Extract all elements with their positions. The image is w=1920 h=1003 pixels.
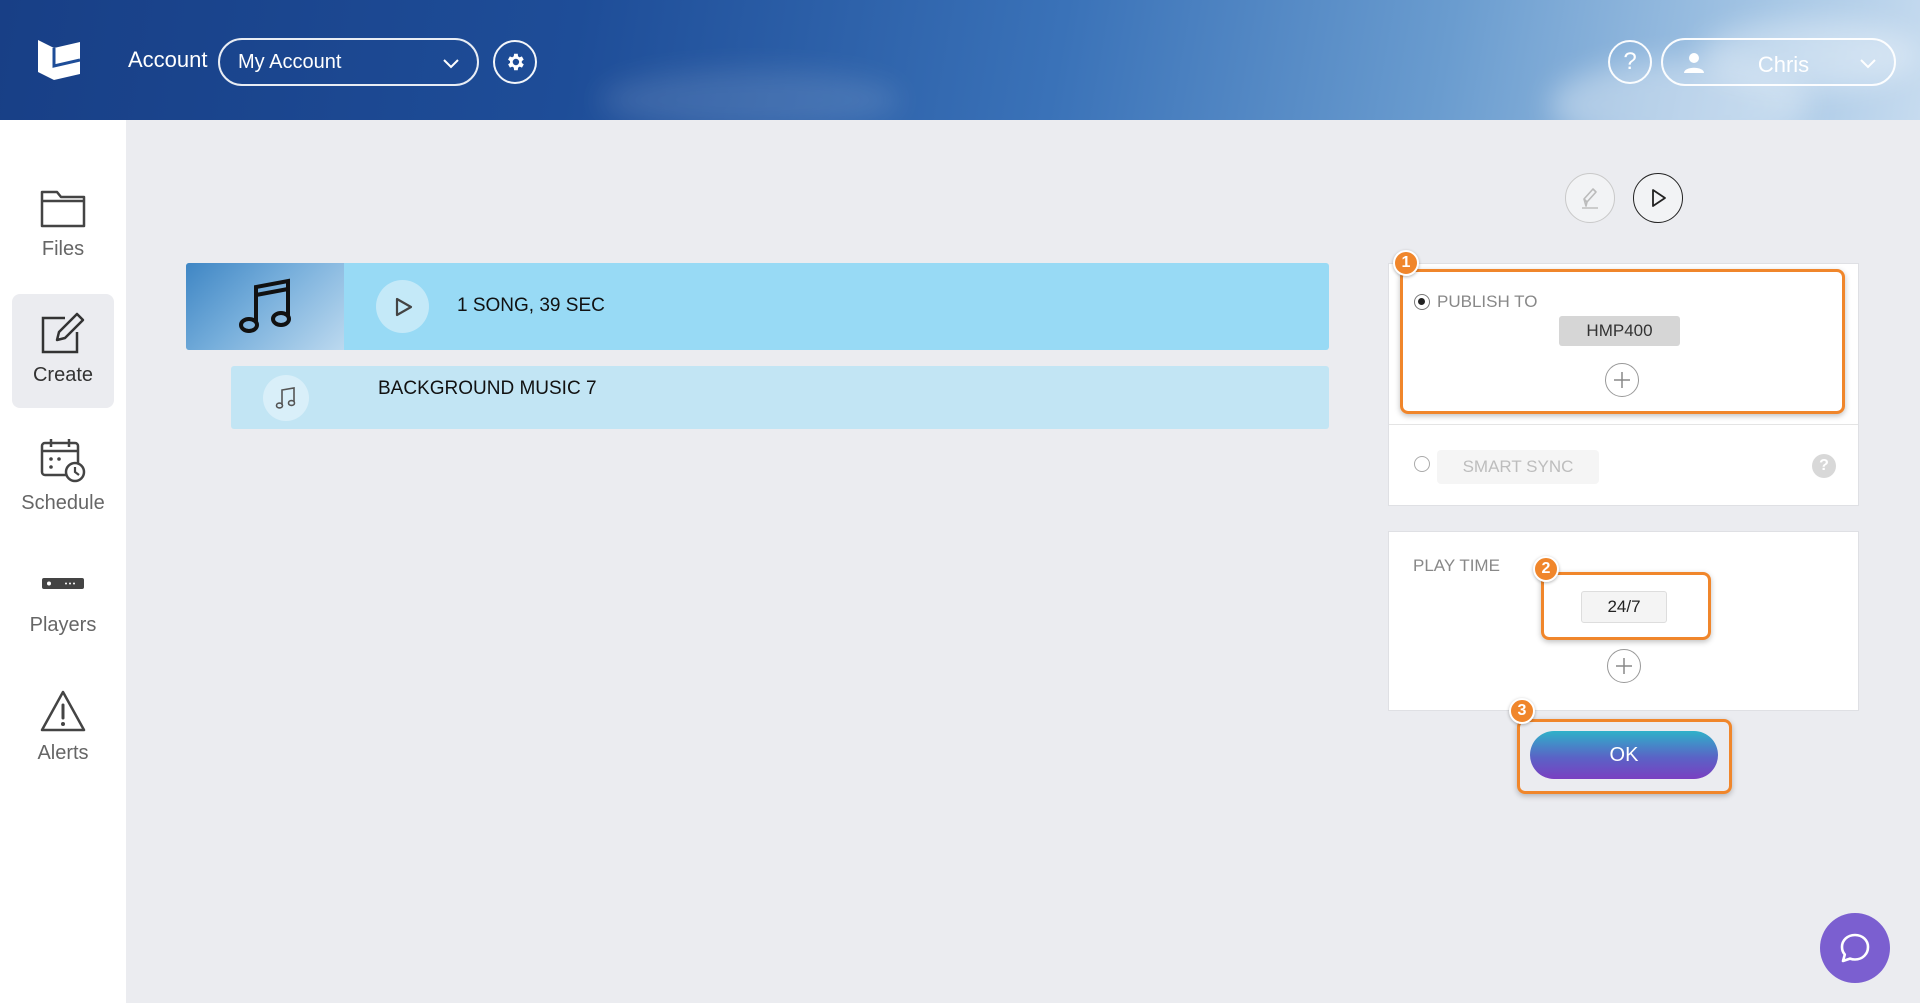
- gear-icon: [508, 53, 524, 71]
- top-header: Account My Account ? Chris: [0, 0, 1920, 120]
- play-time-label: PLAY TIME: [1413, 556, 1500, 575]
- list-item-title: BACKGROUND MUSIC 7: [378, 378, 597, 399]
- help-icon: ?: [1623, 48, 1637, 75]
- step-badge-1: 1: [1393, 250, 1419, 276]
- play-icon: [1652, 189, 1666, 207]
- chevron-down-icon: [443, 59, 459, 69]
- account-select[interactable]: My Account: [218, 38, 479, 86]
- highlight-box-1: [1400, 269, 1845, 414]
- sidebar-item-label: Create: [32, 364, 94, 386]
- help-symbol: ?: [1819, 457, 1829, 474]
- sidebar-item-players[interactable]: Players: [12, 546, 114, 660]
- divider: [1389, 424, 1858, 425]
- chat-button[interactable]: [1820, 913, 1890, 983]
- chevron-down-icon: [1860, 59, 1876, 69]
- smart-sync-label: SMART SYNC: [1462, 457, 1574, 476]
- user-menu[interactable]: Chris: [1661, 38, 1896, 86]
- step-number: 1: [1401, 254, 1411, 271]
- play-playlist-button[interactable]: [376, 280, 429, 333]
- step-badge-3: 3: [1509, 698, 1535, 724]
- player-device-icon: [42, 578, 84, 589]
- highlight-box-2: [1541, 572, 1711, 640]
- edit-button[interactable]: [1565, 173, 1615, 223]
- step-badge-2: 2: [1533, 556, 1559, 582]
- folder-icon: [40, 190, 86, 228]
- playlist-thumbnail: [186, 263, 344, 350]
- header-cloud: [600, 70, 900, 120]
- sidebar-item-files[interactable]: Files: [12, 170, 114, 284]
- sidebar-item-alerts[interactable]: Alerts: [12, 672, 114, 786]
- play-icon: [395, 297, 412, 316]
- warning-icon: [40, 690, 86, 732]
- account-select-value: My Account: [238, 50, 342, 73]
- sidebar-item-label: Files: [41, 238, 85, 260]
- smart-sync-help-icon[interactable]: ?: [1812, 454, 1836, 478]
- plus-icon: [1616, 658, 1632, 674]
- playlist-header-row[interactable]: 1 SONG, 39 SEC: [186, 263, 1329, 350]
- sidebar: Files Create Schedule Players Alerts: [0, 120, 126, 1003]
- highlight-box-3: [1517, 719, 1732, 794]
- music-notes-icon: [239, 278, 291, 333]
- preview-button[interactable]: [1633, 173, 1683, 223]
- smart-sync-option[interactable]: SMART SYNC: [1437, 450, 1599, 484]
- step-number: 3: [1517, 702, 1527, 719]
- music-note-icon: [263, 375, 309, 421]
- calendar-clock-icon: [40, 439, 86, 483]
- app-logo-icon[interactable]: [36, 36, 82, 82]
- list-item[interactable]: BACKGROUND MUSIC 7: [231, 366, 1329, 429]
- sidebar-item-create[interactable]: Create: [12, 294, 114, 408]
- smart-sync-radio[interactable]: [1414, 456, 1430, 472]
- sidebar-item-label: Players: [29, 614, 97, 636]
- playlist-summary: 1 SONG, 39 SEC: [457, 295, 605, 316]
- edit-icon: [41, 312, 85, 354]
- pencil-icon: [1582, 188, 1598, 209]
- sidebar-item-label: Schedule: [21, 492, 105, 514]
- music-note-glyph: [275, 387, 296, 409]
- chat-bubble-icon: [1840, 933, 1870, 963]
- sidebar-item-label: Alerts: [37, 742, 89, 764]
- sidebar-item-schedule[interactable]: Schedule: [12, 420, 114, 534]
- help-button[interactable]: ?: [1608, 40, 1652, 84]
- settings-button[interactable]: [493, 40, 537, 84]
- add-play-time-button[interactable]: [1607, 649, 1641, 683]
- step-number: 2: [1541, 560, 1551, 577]
- account-label: Account: [128, 47, 208, 72]
